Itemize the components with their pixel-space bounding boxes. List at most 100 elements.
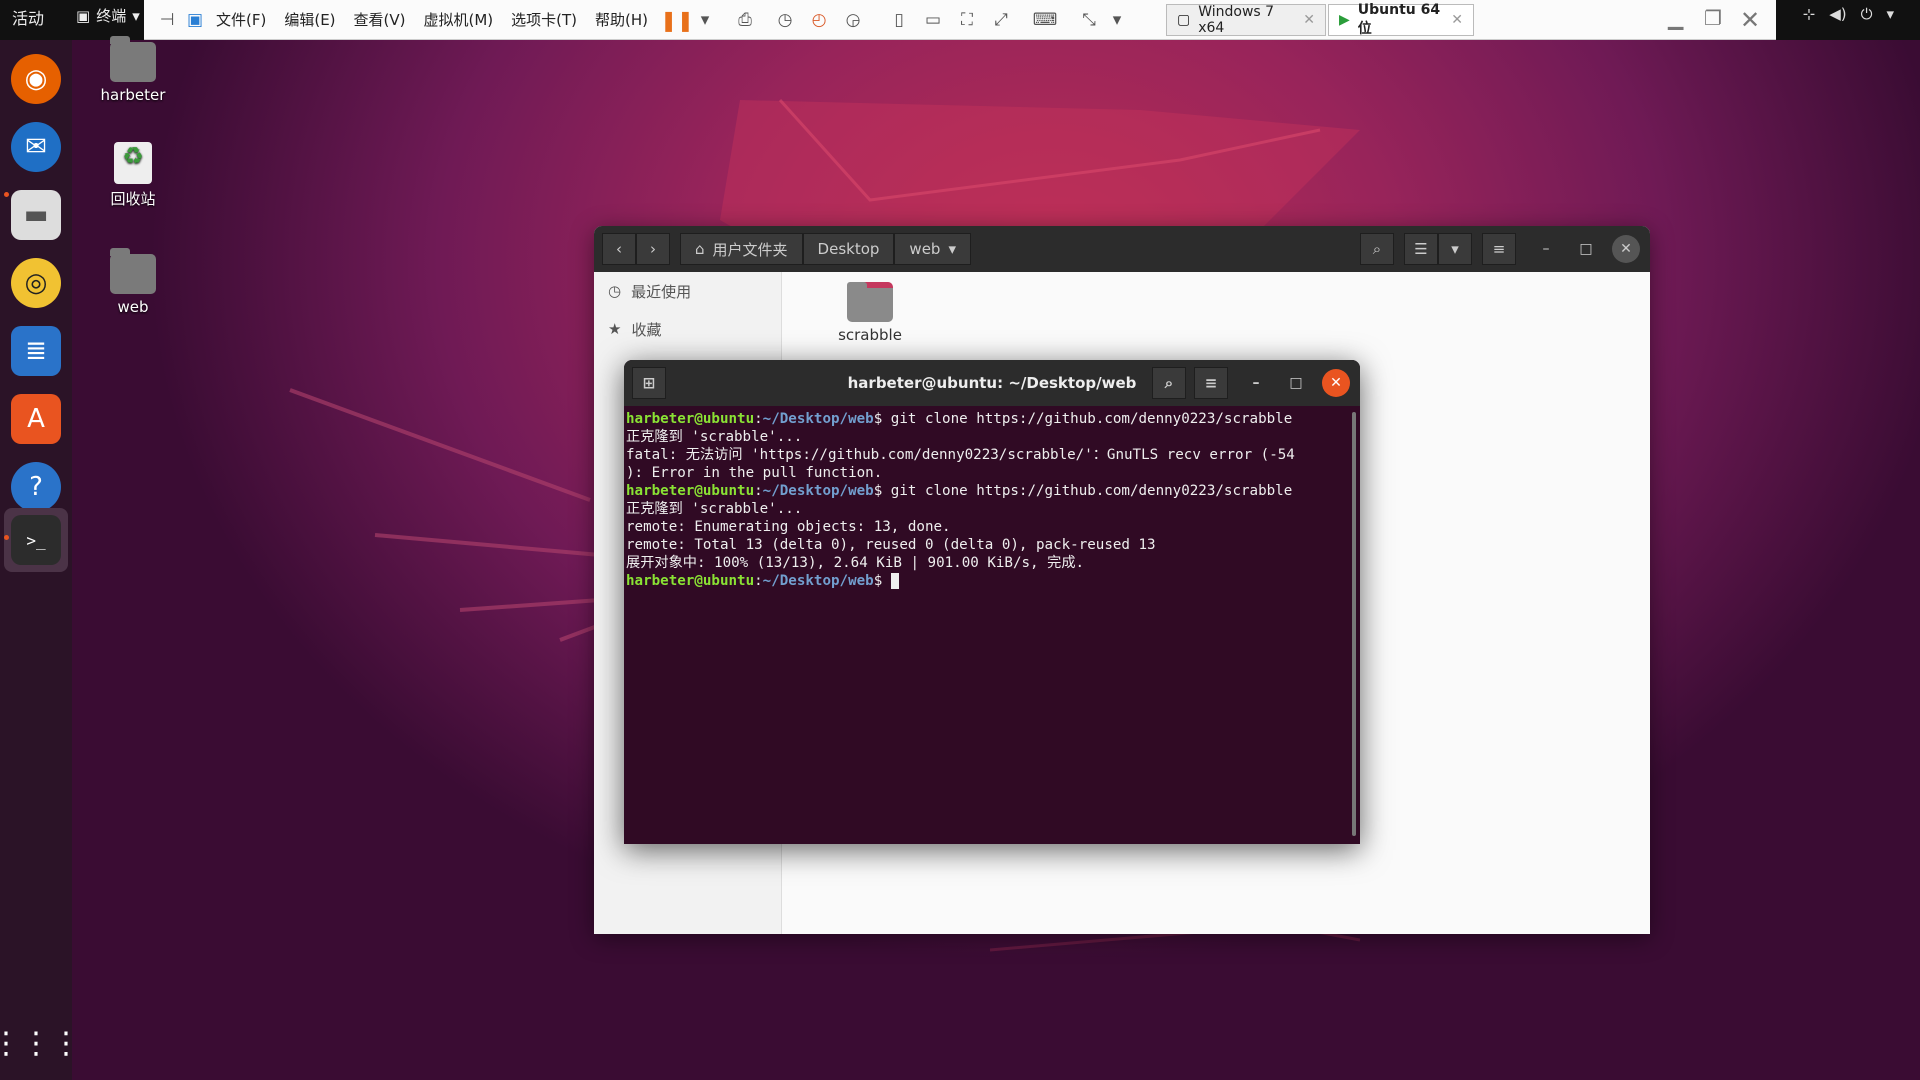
file-item-scrabble[interactable]: scrabble: [820, 282, 920, 344]
menu-edit[interactable]: 编辑(E): [284, 9, 335, 30]
snapshot-icon[interactable]: ◷: [770, 6, 800, 34]
close-button[interactable]: ✕: [1322, 369, 1350, 397]
close-icon[interactable]: ✕: [1451, 12, 1463, 28]
system-tray[interactable]: ⊹ ◀) ⏻ ▾: [1803, 5, 1894, 23]
thumbnail-bar-icon[interactable]: ▭: [918, 6, 948, 34]
terminal-line: ): Error in the pull function.: [626, 465, 883, 481]
menu-vm[interactable]: 虚拟机(M): [424, 9, 494, 30]
clock-icon: ◷: [608, 282, 622, 300]
terminal-output[interactable]: harbeter@ubuntu:~/Desktop/web$ git clone…: [624, 406, 1360, 594]
send-keys-icon[interactable]: ⎙: [730, 6, 760, 34]
firefox-icon[interactable]: ◉: [11, 54, 61, 104]
writer-icon[interactable]: ≣: [11, 326, 61, 376]
view-options-button[interactable]: ☰: [1404, 233, 1438, 265]
search-button[interactable]: ⌕: [1360, 233, 1394, 265]
sidebar-toggle-icon[interactable]: ▯: [884, 6, 914, 34]
breadcrumb-home[interactable]: ⌂ 用户文件夹: [680, 233, 803, 265]
power-icon[interactable]: ⏻: [1861, 5, 1873, 23]
fullscreen-icon[interactable]: ⛶: [952, 6, 982, 34]
thunderbird-icon[interactable]: ✉: [11, 122, 61, 172]
minimize-button[interactable]: –: [1532, 235, 1560, 263]
vmware-toolbar: ⊣ ▣ 文件(F) 编辑(E) 查看(V) 虚拟机(M) 选项卡(T) 帮助(H…: [144, 0, 1776, 40]
restore-icon[interactable]: ❐: [1704, 6, 1722, 30]
help-icon[interactable]: ?: [11, 462, 61, 512]
forward-button[interactable]: ›: [636, 233, 670, 265]
file-item-label: scrabble: [838, 326, 902, 344]
star-icon: ★: [608, 320, 622, 338]
sidebar-item-label: 最近使用: [631, 282, 692, 301]
snapshot-manager-icon[interactable]: ◶: [838, 6, 868, 34]
rhythmbox-icon[interactable]: ◎: [11, 258, 61, 308]
menu-button[interactable]: ≡: [1194, 367, 1228, 399]
view-dropdown-button[interactable]: ▾: [1438, 233, 1472, 265]
app-menu[interactable]: ▣ 终端 ▾: [76, 5, 140, 26]
software-center-icon[interactable]: A: [11, 394, 61, 444]
stretch-icon[interactable]: ⤡: [1074, 6, 1104, 34]
breadcrumb-desktop[interactable]: Desktop: [802, 233, 895, 265]
hamburger-icon: ≡: [1204, 374, 1218, 392]
menu-tabs[interactable]: 选项卡(T): [511, 9, 577, 30]
desktop-icon-web[interactable]: web: [78, 248, 188, 316]
prompt-path: ~/Desktop/web: [762, 483, 874, 499]
tab-ubuntu[interactable]: ▶ Ubuntu 64 位 ✕: [1328, 2, 1474, 37]
pause-icon[interactable]: ❚❚: [660, 6, 694, 34]
desktop-icon-label: harbeter: [100, 86, 166, 104]
list-view-icon: ☰: [1414, 240, 1428, 258]
vm-menu: 文件(F) 编辑(E) 查看(V) 虚拟机(M) 选项卡(T) 帮助(H): [216, 9, 648, 30]
prompt-user: harbeter@ubuntu: [626, 573, 755, 589]
chevron-down-icon: ▾: [132, 6, 140, 25]
volume-icon[interactable]: ◀): [1829, 5, 1846, 23]
search-icon: ⌕: [1372, 240, 1382, 258]
sidebar-item-starred[interactable]: ★ 收藏: [594, 310, 781, 348]
dock: ◉ ✉ ▬ ◎ ≣ A ? >_ ⋮⋮⋮: [0, 40, 81, 1080]
app-grid-icon[interactable]: ⋮⋮⋮: [0, 1018, 81, 1068]
new-tab-button[interactable]: ⊞: [632, 367, 666, 399]
maximize-button[interactable]: □: [1572, 235, 1600, 263]
terminal-line: remote: Total 13 (delta 0), reused 0 (de…: [626, 537, 1156, 553]
menu-view[interactable]: 查看(V): [354, 9, 406, 30]
minimize-button[interactable]: –: [1242, 369, 1270, 397]
desktop-icon-label: web: [117, 298, 149, 316]
chevron-down-icon: ▾: [948, 240, 956, 258]
terminal-line: harbeter@ubuntu:~/Desktop/web$ git clone…: [626, 483, 1293, 499]
close-button[interactable]: ✕: [1612, 235, 1640, 263]
unity-icon[interactable]: ⤢: [986, 6, 1016, 34]
chevron-left-icon: ‹: [616, 240, 622, 258]
terminal-line: remote: Enumerating objects: 13, done.: [626, 519, 951, 535]
close-icon[interactable]: ✕: [1303, 12, 1315, 28]
terminal-title: harbeter@ubuntu: ~/Desktop/web: [847, 374, 1137, 392]
close-icon[interactable]: ✕: [1740, 6, 1760, 34]
menu-file[interactable]: 文件(F): [216, 9, 266, 30]
scrollbar[interactable]: [1352, 412, 1356, 836]
menu-help[interactable]: 帮助(H): [595, 9, 648, 30]
chevron-down-icon[interactable]: ▾: [1102, 6, 1132, 34]
home-folder-icon: [110, 36, 156, 82]
desktop-icon-home[interactable]: harbeter: [78, 36, 188, 104]
network-icon[interactable]: ⊹: [1803, 5, 1816, 23]
minimize-icon[interactable]: ▁: [1668, 6, 1683, 30]
desktop-icon-trash[interactable]: ♻ 回收站: [78, 142, 188, 209]
chevron-down-icon[interactable]: ▾: [690, 6, 720, 34]
activities-button[interactable]: 活动: [12, 5, 44, 29]
chevron-down-icon: ▾: [1451, 240, 1459, 258]
revert-snapshot-icon[interactable]: ◴: [804, 6, 834, 34]
maximize-button[interactable]: □: [1282, 369, 1310, 397]
search-button[interactable]: ⌕: [1152, 367, 1186, 399]
tab-label: Ubuntu 64 位: [1357, 2, 1441, 37]
pin-icon[interactable]: ⊣: [152, 6, 182, 34]
terminal-line: 正克隆到 'scrabble'...: [626, 429, 803, 445]
chevron-down-icon[interactable]: ▾: [1886, 5, 1894, 23]
breadcrumb-web[interactable]: web ▾: [894, 233, 971, 265]
terminal-cursor: [890, 573, 899, 589]
console-icon[interactable]: ⌨: [1030, 6, 1060, 34]
prompt-user: harbeter@ubuntu: [626, 483, 755, 499]
files-icon[interactable]: ▬: [11, 190, 61, 240]
command-text: $: [873, 573, 891, 589]
tab-label: Windows 7 x64: [1198, 4, 1275, 36]
terminal-icon[interactable]: >_: [11, 515, 61, 565]
back-button[interactable]: ‹: [602, 233, 636, 265]
terminal-window: ⊞ harbeter@ubuntu: ~/Desktop/web ⌕ ≡ – □…: [624, 360, 1360, 844]
sidebar-item-recent[interactable]: ◷ 最近使用: [594, 272, 781, 310]
tab-windows7[interactable]: ▢ Windows 7 x64 ✕: [1166, 4, 1326, 36]
menu-button[interactable]: ≡: [1482, 233, 1516, 265]
